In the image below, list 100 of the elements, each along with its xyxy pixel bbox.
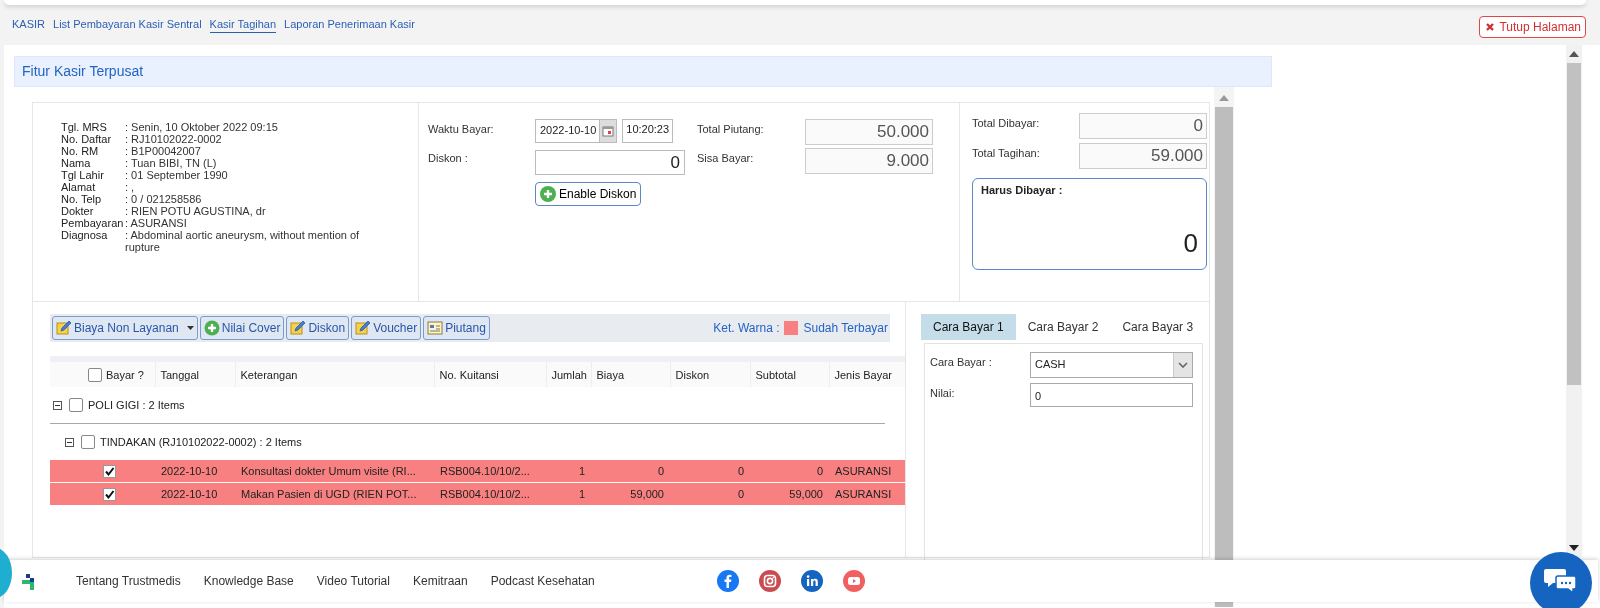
- footer-link[interactable]: Kemitraan: [412, 574, 468, 588]
- table-cell: RSB004.10/10/2...: [434, 460, 546, 483]
- table-cell: 0: [670, 482, 750, 506]
- toolbar-button[interactable]: Voucher: [351, 316, 422, 340]
- table-row[interactable]: 2022-10-10 Konsultasi dokter Umum visite (RI... RSB004.10/10/2... 1 0 0 0 ASURANSI: [50, 460, 905, 483]
- nav-link[interactable]: Kasir Tagihan: [209, 17, 277, 33]
- calendar-button[interactable]: [599, 120, 617, 142]
- plus-icon: [540, 186, 556, 202]
- field-value: : 0 / 021258586: [125, 193, 203, 205]
- column-header[interactable]: Keterangan: [235, 359, 434, 387]
- table-cell: 1: [546, 482, 591, 506]
- footer-link[interactable]: Knowledge Base: [203, 574, 294, 588]
- linkedin-icon[interactable]: [800, 570, 823, 592]
- collapse-icon[interactable]: [65, 437, 74, 447]
- column-header[interactable]: Tanggal: [155, 359, 235, 387]
- discount-field[interactable]: 0: [535, 150, 685, 175]
- column-header[interactable]: Jumlah: [546, 359, 591, 387]
- toolbar-button[interactable]: Piutang: [423, 316, 490, 340]
- table-cell: 2022-10-10: [155, 482, 235, 506]
- field-label: Tgl. MRS: [61, 121, 108, 133]
- amount-due-value: 0: [1183, 228, 1198, 259]
- field-label: Alamat: [61, 181, 97, 193]
- table-row[interactable]: 2022-10-10 Makan Pasien di UGD (RIEN POT... RSB004.10/10/2... 1 59,000 0 59,000 ASURANSI: [50, 482, 905, 506]
- tab[interactable]: Cara Bayar 1: [921, 314, 1016, 340]
- column-header[interactable]: Diskon: [670, 359, 750, 387]
- youtube-icon[interactable]: [842, 570, 865, 592]
- field-value: : RJ10102022-0002: [125, 133, 223, 145]
- field-label: Total Dibayar:: [972, 116, 1041, 131]
- checkbox[interactable]: [81, 435, 95, 449]
- nav-link[interactable]: Laporan Penerimaan Kasir: [284, 17, 415, 33]
- table-cell: 0: [670, 460, 750, 483]
- legend-label: Sudah Terbayar: [803, 321, 888, 335]
- field-value: : ,: [125, 181, 136, 193]
- date-field[interactable]: 2022-10-10: [535, 119, 618, 143]
- table-cell: Konsultasi dokter Umum visite (RI...: [235, 460, 434, 483]
- field-label: Sisa Bayar:: [697, 151, 755, 166]
- amount-input[interactable]: 0: [1030, 383, 1193, 407]
- chat-icon: [1544, 567, 1578, 593]
- field-label: No. Telp: [61, 193, 103, 205]
- field-value: : RIEN POTU AGUSTINA, dr: [125, 205, 267, 217]
- edit-icon: [56, 320, 72, 336]
- toolbar-button[interactable]: Diskon: [286, 316, 350, 340]
- field-label: No. RM: [61, 145, 100, 157]
- table-cell: 59,000: [591, 482, 670, 506]
- field-label: No. Daftar: [61, 133, 113, 145]
- checkbox[interactable]: [88, 367, 102, 382]
- chevron-down-icon: [1178, 362, 1188, 368]
- table-cell: 0: [591, 460, 670, 483]
- footer-link[interactable]: Tentang Trustmedis: [76, 574, 181, 588]
- nav-link[interactable]: KASIR: [12, 17, 45, 33]
- toolbar-button[interactable]: Biaya Non Layanan: [52, 316, 198, 340]
- group-label: TINDAKAN (RJ10102022-0002) : 2 Items: [100, 436, 302, 448]
- scrollbar[interactable]: [1214, 87, 1234, 607]
- table-cell: 2022-10-10: [155, 460, 235, 483]
- field-label: Diskon :: [428, 151, 469, 166]
- close-page-button[interactable]: Tutup Halaman: [1479, 16, 1586, 38]
- column-header[interactable]: No. Kuitansi: [434, 359, 546, 387]
- enable-discount-button[interactable]: Enable Diskon: [535, 182, 642, 206]
- amount-due-label: Harus Dibayar :: [981, 184, 1063, 196]
- checkbox-label[interactable]: Bayar ?: [88, 367, 150, 382]
- field-label: Total Tagihan:: [972, 146, 1041, 161]
- checked-checkbox[interactable]: [103, 487, 116, 501]
- field-label: Total Piutang:: [697, 122, 765, 137]
- checkbox[interactable]: [69, 398, 83, 412]
- amount-field: 50.000: [805, 119, 933, 145]
- tab[interactable]: Cara Bayar 3: [1110, 314, 1206, 340]
- table-cell: Makan Pasien di UGD (RIEN POT...: [235, 482, 434, 506]
- nav-link[interactable]: List Pembayaran Kasir Sentral: [53, 17, 202, 33]
- field-value: : Tuan BIBI, TN (L): [125, 157, 218, 169]
- collapse-icon[interactable]: [53, 400, 62, 410]
- facebook-icon[interactable]: [716, 570, 739, 592]
- table-cell: RSB004.10/10/2...: [434, 482, 546, 506]
- edit-icon: [355, 320, 372, 336]
- table-cell: 59,000: [750, 482, 829, 506]
- panel-header: Fitur Kasir Terpusat: [14, 56, 1272, 87]
- edit-icon: [290, 320, 307, 336]
- amount-field: 0: [1079, 113, 1207, 139]
- column-header[interactable]: Jenis Bayar: [829, 359, 905, 387]
- time-field[interactable]: 10:20:23: [622, 119, 674, 143]
- field-label: Cara Bayar :: [930, 355, 993, 370]
- payment-method-dropdown[interactable]: CASH: [1030, 352, 1193, 378]
- instagram-icon[interactable]: [758, 570, 781, 592]
- field-label: Pembayaran: [61, 217, 125, 229]
- toolbar-button[interactable]: Nilai Cover: [199, 316, 285, 340]
- field-value: : Senin, 10 Oktober 2022 09:15: [125, 121, 279, 133]
- field-label: Diagnosa: [61, 229, 109, 243]
- amount-field: 59.000: [1079, 143, 1207, 169]
- field-value: : Abdominal aortic aneurysm, without mention of rupture: [125, 229, 361, 253]
- page-scrollbar[interactable]: [1566, 45, 1582, 557]
- field-value: : B1P00042007: [125, 145, 202, 157]
- close-icon: [1485, 22, 1496, 32]
- field-label: Tgl Lahir: [61, 169, 105, 181]
- footer-link[interactable]: Video Tutorial: [316, 574, 390, 588]
- checked-checkbox[interactable]: [103, 464, 116, 478]
- column-header[interactable]: Biaya: [591, 359, 670, 387]
- table-cell: ASURANSI: [829, 482, 905, 506]
- document-icon: [427, 320, 444, 336]
- footer-link[interactable]: Podcast Kesehatan: [490, 574, 595, 588]
- column-header[interactable]: Subtotal: [750, 359, 829, 387]
- tab[interactable]: Cara Bayar 2: [1015, 314, 1111, 340]
